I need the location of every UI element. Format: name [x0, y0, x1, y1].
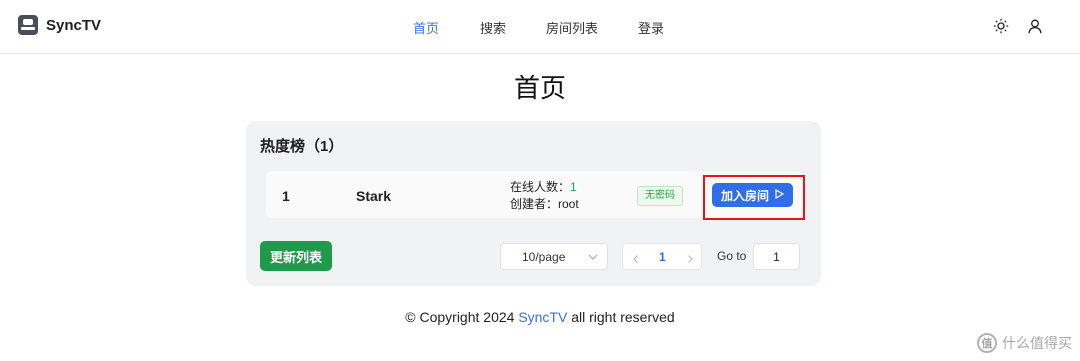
- current-page[interactable]: 1: [659, 250, 666, 264]
- online-count-label: 在线人数：: [510, 180, 571, 194]
- creator-line: 创建者：root: [510, 196, 579, 213]
- room-meta: 在线人数：1 创建者：root: [510, 179, 579, 213]
- chevron-left-icon[interactable]: [631, 251, 641, 269]
- hot-list-card: 热度榜（1） 1 Stark 在线人数：1 创建者：root 无密码 加入房间 …: [246, 121, 821, 286]
- chevron-right-icon[interactable]: [685, 251, 695, 269]
- brand-name: SyncTV: [46, 16, 102, 34]
- brand[interactable]: SyncTV: [18, 15, 101, 35]
- nav-item-home[interactable]: 首页: [413, 18, 439, 37]
- main-nav: 首页 搜索 房间列表 登录: [400, 18, 664, 37]
- nav-item-login[interactable]: 登录: [638, 18, 664, 37]
- watermark: 值 什么值得买: [977, 333, 1072, 353]
- watermark-text: 什么值得买: [1002, 335, 1072, 351]
- footer-link-synctv[interactable]: SyncTV: [518, 309, 567, 325]
- room-name: Stark: [356, 188, 392, 204]
- header-actions: [992, 17, 1044, 35]
- page-size-select[interactable]: 10/page: [500, 243, 608, 270]
- room-row: 1 Stark 在线人数：1 创建者：root 无密码 加入房间: [266, 171, 805, 220]
- top-navbar: SyncTV 首页 搜索 房间列表 登录: [0, 0, 1080, 54]
- no-password-badge: 无密码: [637, 186, 683, 206]
- join-room-label: 加入房间: [720, 188, 769, 203]
- creator-value: root: [558, 197, 579, 211]
- goto-page-input[interactable]: [753, 243, 800, 270]
- copyright-suffix: all right reserved: [567, 309, 675, 325]
- nav-item-room-list[interactable]: 房间列表: [546, 18, 598, 37]
- page-size-value: 10/page: [522, 249, 566, 264]
- join-room-button[interactable]: 加入房间: [712, 183, 793, 207]
- nav-item-search[interactable]: 搜索: [480, 18, 506, 37]
- footer-copyright: © Copyright 2024 SyncTV all right reserv…: [0, 309, 1080, 325]
- refresh-list-button[interactable]: 更新列表: [260, 241, 332, 271]
- watermark-logo-icon: 值: [977, 333, 997, 353]
- goto-label: Go to: [717, 249, 747, 263]
- creator-label: 创建者：: [510, 197, 559, 211]
- user-icon[interactable]: [1026, 17, 1044, 35]
- hot-list-title: 热度榜（1）: [260, 138, 344, 155]
- online-count-value: 1: [570, 180, 577, 194]
- sun-icon[interactable]: [992, 17, 1010, 35]
- pagination: 1: [622, 243, 702, 270]
- copyright-prefix: © Copyright 2024: [405, 309, 519, 325]
- tv-logo-icon: [18, 15, 38, 35]
- page-title: 首页: [513, 73, 566, 103]
- online-count-line: 在线人数：1: [510, 179, 579, 196]
- room-rank: 1: [282, 188, 290, 204]
- play-icon: [775, 188, 785, 202]
- chevron-down-icon: [588, 251, 598, 265]
